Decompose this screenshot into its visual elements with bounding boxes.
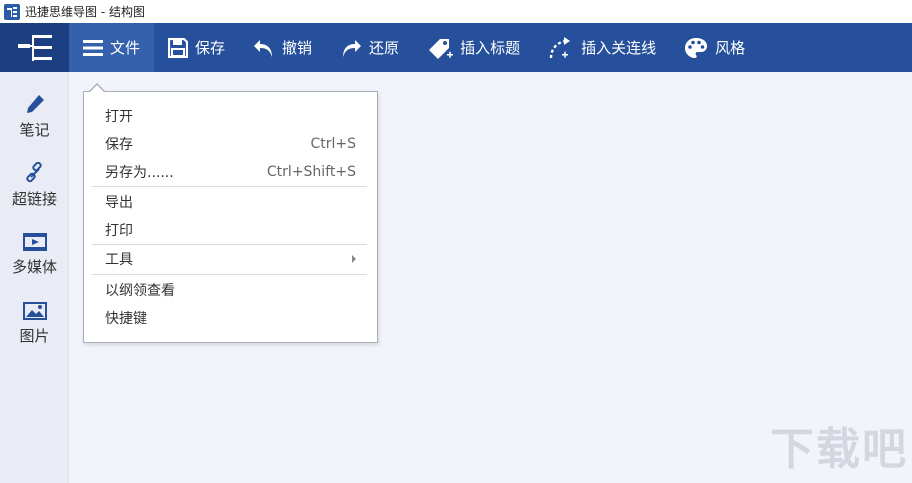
menu-item-label: 另存为......: [105, 165, 174, 181]
connector-plus-icon: [549, 36, 571, 58]
insert-connector-button[interactable]: 插入关连线: [534, 23, 670, 72]
sidebar-item-label: 超链接: [11, 190, 57, 208]
menu-item-label: 打开: [105, 109, 133, 125]
save-button[interactable]: 保存: [154, 23, 239, 72]
undo-icon: [254, 39, 273, 57]
menu-icon: [83, 39, 103, 56]
submenu-arrow-icon: [352, 255, 356, 263]
pencil-icon: [26, 95, 44, 113]
menu-item-export[interactable]: 导出: [105, 190, 356, 214]
title-bar: 迅捷思维导图 - 结构图: [0, 0, 912, 23]
menu-separator: [92, 186, 367, 187]
menu-item-shortcut: Ctrl+Shift+S: [266, 164, 356, 180]
file-menu-label: 文件: [110, 39, 141, 57]
left-sidebar: 笔记 超链接 多媒体 图片: [0, 72, 69, 483]
menu-pointer-fill: [89, 85, 105, 93]
menu-item-outline-view[interactable]: 以纲领查看: [105, 278, 356, 302]
redo-icon: [343, 39, 362, 57]
film-icon: [22, 233, 47, 251]
watermark: 下载吧: [770, 424, 908, 475]
redo-label: 还原: [369, 39, 400, 57]
menu-item-tools[interactable]: 工具: [105, 247, 356, 271]
tag-plus-icon: [429, 38, 454, 59]
menu-item-label: 导出: [105, 195, 133, 211]
menu-item-print[interactable]: 打印: [105, 218, 356, 242]
mindmap-structure-icon: [17, 34, 52, 61]
undo-button[interactable]: 撤销: [239, 23, 326, 72]
main-toolbar: 文件 保存 撤销 还原 插入标题 插入关连线 风格: [0, 23, 912, 72]
menu-item-open[interactable]: 打开: [105, 104, 356, 128]
menu-item-save-as[interactable]: 另存为...... Ctrl+Shift+S: [105, 160, 356, 184]
menu-item-label: 工具: [105, 252, 133, 268]
sidebar-item-multimedia[interactable]: 多媒体: [0, 220, 69, 289]
window-title: 迅捷思维导图 - 结构图: [25, 5, 145, 19]
style-button[interactable]: 风格: [670, 23, 759, 72]
save-icon: [168, 37, 189, 58]
insert-title-button[interactable]: 插入标题: [413, 23, 534, 72]
sidebar-item-label: 多媒体: [11, 258, 57, 276]
menu-item-shortcuts[interactable]: 快捷键: [105, 306, 356, 330]
image-icon: [22, 302, 47, 320]
save-label: 保存: [195, 39, 226, 57]
menu-separator: [92, 244, 367, 245]
sidebar-item-hyperlink[interactable]: 超链接: [0, 151, 69, 220]
palette-icon: [685, 37, 708, 58]
sidebar-item-notes[interactable]: 笔记: [0, 82, 69, 151]
file-menu-button[interactable]: 文件: [69, 23, 155, 72]
menu-item-label: 打印: [105, 223, 133, 239]
menu-item-label: 以纲领查看: [105, 283, 175, 299]
menu-separator: [92, 274, 367, 275]
style-label: 风格: [715, 39, 746, 57]
sidebar-item-label: 笔记: [19, 121, 50, 139]
app-logo-icon: [4, 3, 20, 20]
undo-label: 撤销: [282, 39, 313, 57]
file-dropdown-menu: 打开 保存 Ctrl+S 另存为...... Ctrl+Shift+S 导出 打…: [83, 91, 378, 343]
structure-logo-button[interactable]: [0, 23, 69, 72]
insert-title-label: 插入标题: [460, 39, 521, 57]
sidebar-item-label: 图片: [19, 327, 50, 345]
menu-item-save[interactable]: 保存 Ctrl+S: [105, 132, 356, 156]
sidebar-item-image[interactable]: 图片: [0, 289, 69, 358]
link-icon: [25, 162, 42, 183]
menu-item-shortcut: Ctrl+S: [310, 136, 356, 152]
menu-item-label: 快捷键: [105, 311, 147, 327]
redo-button[interactable]: 还原: [326, 23, 413, 72]
insert-connector-label: 插入关连线: [581, 39, 657, 57]
menu-item-label: 保存: [105, 137, 133, 153]
